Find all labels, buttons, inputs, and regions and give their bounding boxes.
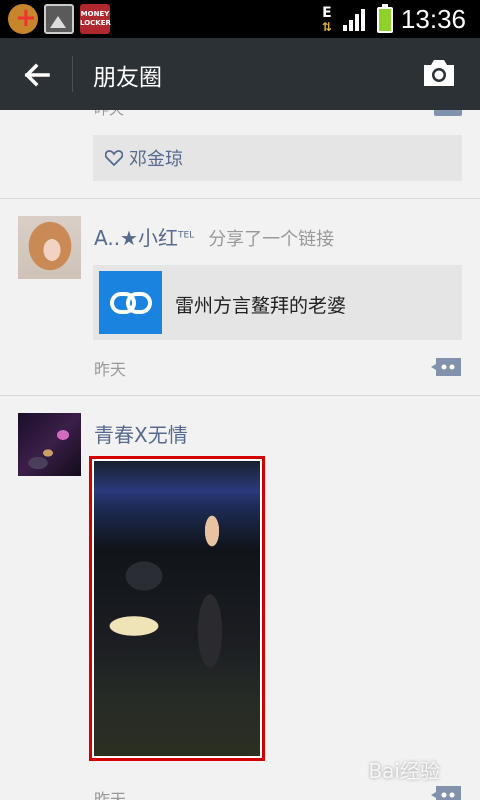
watermark: Bai经验 [368,759,440,783]
status-bar: MONEY LOCKER E ⇅ 13:36 [0,0,480,38]
status-clock: 13:36 [400,4,466,34]
post-time: 昨天 [94,110,124,119]
post-divider [0,395,480,396]
liked-by-name[interactable]: 邓金琼 [129,145,183,171]
post-author[interactable]: A..★小红TEL 分享了一个链接 [94,222,334,251]
nav-divider [72,56,73,92]
arrow-left-icon[interactable] [20,58,54,92]
comment-icon[interactable] [430,356,462,378]
post-divider [0,198,480,199]
avatar[interactable] [18,216,81,279]
system-icons: E ⇅ 13:36 [319,3,466,35]
comment-icon[interactable] [430,784,462,800]
battery-icon [376,3,393,33]
page-title: 朋友圈 [93,65,162,91]
app-plus-icon [8,4,38,34]
photo-image [94,461,260,756]
link-title: 雷州方言鳌拜的老婆 [175,295,347,317]
heart-icon [105,150,123,166]
post-time: 昨天 [94,360,127,379]
share-action-text: 分享了一个链接 [208,229,335,250]
gallery-icon [44,4,74,34]
shared-link-card[interactable]: 雷州方言鳌拜的老婆 [93,265,462,340]
link-chain-icon [110,292,152,314]
moments-feed[interactable]: 昨天 邓金琼 A..★小红TEL 分享了一个链接 雷州方言鳌拜的老婆 昨天 [0,110,480,800]
notification-icons: MONEY LOCKER [8,4,111,34]
avatar[interactable] [18,413,81,476]
post-time: 昨天 [94,790,127,800]
post-photo[interactable] [89,456,265,761]
link-thumbnail [99,271,162,334]
top-nav-bar: 朋友圈 [0,38,480,110]
money-locker-icon: MONEY LOCKER [80,4,111,34]
comment-icon[interactable] [434,110,462,116]
post-author[interactable]: 青春X无情 [94,419,188,448]
network-type-icon: E ⇅ [321,4,332,34]
username-text[interactable]: A..★小红 [94,226,178,250]
username-sup: TEL [177,230,195,241]
likes-box: 邓金琼 [93,135,462,181]
signal-strength-icon [342,7,369,33]
camera-icon[interactable] [422,58,456,88]
